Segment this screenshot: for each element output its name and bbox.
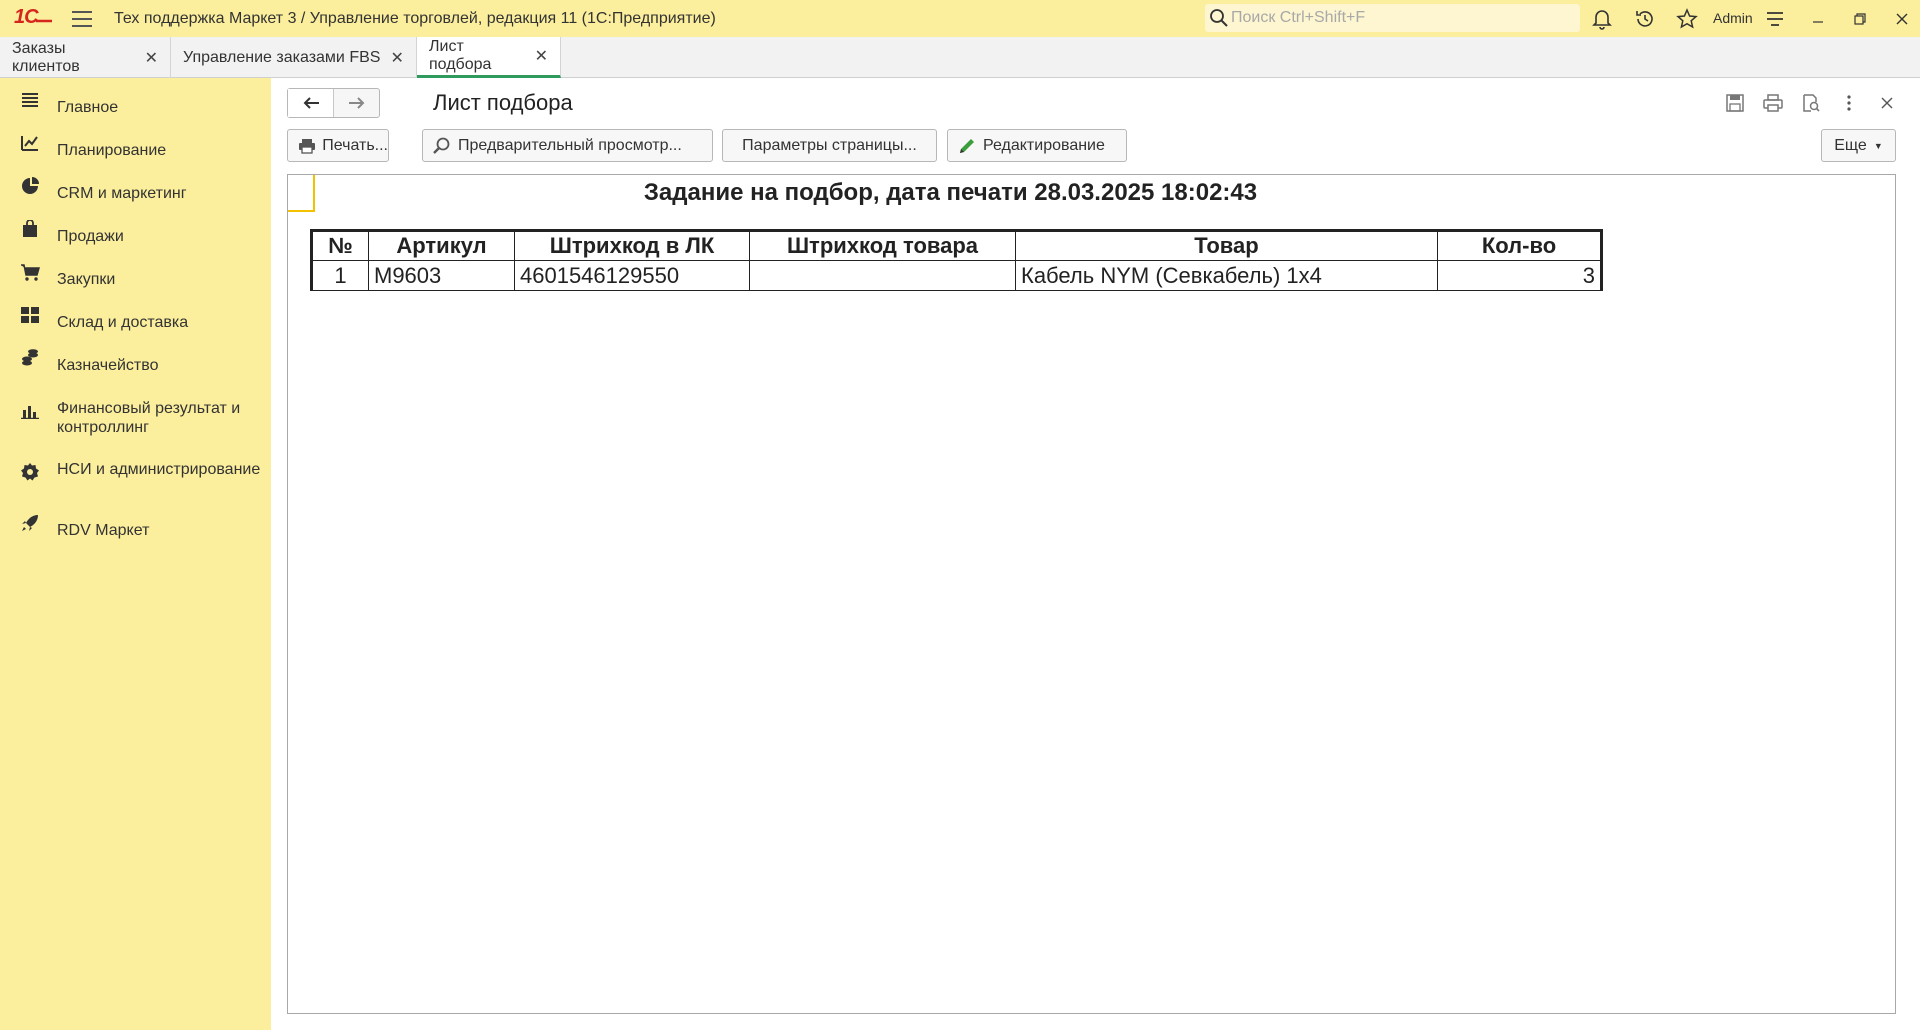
tab-bar: Заказы клиентов ✕ Управление заказами FB… [0, 37, 1920, 78]
picking-table: № Артикул Штрихкод в ЛК Штрихкод товара … [310, 229, 1603, 291]
column-header: Кол-во [1437, 229, 1603, 261]
close-window-icon[interactable] [1890, 7, 1914, 31]
pencil-icon [957, 136, 977, 156]
edit-button-label: Редактирование [983, 136, 1105, 154]
history-icon[interactable] [1633, 7, 1657, 31]
bar-chart-icon [19, 400, 41, 422]
sidebar-item-label: Закупки [57, 271, 116, 288]
tab-fbs-orders[interactable]: Управление заказами FBS ✕ [171, 37, 417, 78]
cell-barcode-item [749, 260, 1016, 291]
search-icon [1209, 8, 1229, 28]
navigation-buttons [287, 88, 380, 118]
cell-item: Кабель NYM (Севкабель) 1х4 [1015, 260, 1438, 291]
sidebar-item-rdv-market[interactable]: RDV Маркет [0, 509, 271, 541]
print-button[interactable]: Печать... [287, 129, 389, 162]
table-header-row: № Артикул Штрихкод в ЛК Штрихкод товара … [310, 229, 1603, 261]
cell-barcode-lk: 4601546129550 [514, 260, 750, 291]
tab-label: Лист подбора [429, 38, 492, 73]
app-title: Тех поддержка Маркет 3 / Управление торг… [114, 9, 716, 27]
rocket-icon [19, 512, 41, 534]
sections-panel: Главное Планирование CRM и маркетинг Про… [0, 78, 271, 1030]
page-params-button[interactable]: Параметры страницы... [722, 129, 937, 162]
magnifier-icon [432, 136, 452, 156]
close-tab-icon[interactable]: ✕ [145, 48, 158, 68]
table-row: 1 М9603 4601546129550 Кабель NYM (Севкаб… [310, 260, 1603, 291]
title-bar: 1С Тех поддержка Маркет 3 / Управление т… [0, 0, 1920, 37]
user-name[interactable]: Admin [1713, 10, 1753, 26]
sidebar-item-label: Финансовый результат и контроллинг [57, 400, 241, 436]
close-form-icon[interactable] [1876, 92, 1898, 114]
minimize-icon[interactable] [1806, 7, 1830, 31]
sidebar-item-label: Планирование [57, 142, 167, 159]
tab-label: Заказы клиентов [12, 39, 80, 75]
column-header: Товар [1015, 229, 1438, 261]
1c-logo-icon: 1С [14, 6, 52, 28]
gear-icon [19, 461, 41, 483]
page-params-button-label: Параметры страницы... [742, 136, 917, 154]
printer-icon [297, 136, 316, 156]
search-box[interactable] [1205, 4, 1580, 32]
bag-icon [19, 218, 41, 240]
form-title: Лист подбора [433, 90, 573, 115]
column-header: № [310, 229, 369, 261]
warehouse-icon [19, 304, 41, 326]
coins-icon [19, 347, 41, 369]
print-button-label: Печать... [322, 136, 388, 154]
preview-button-label: Предварительный просмотр... [458, 136, 682, 154]
svg-text:1С: 1С [14, 6, 39, 27]
sidebar-item-treasury[interactable]: Казначейство [0, 344, 271, 376]
bell-icon[interactable] [1590, 7, 1614, 31]
sidebar-item-label: Казначейство [57, 357, 159, 374]
document-heading: Задание на подбор, дата печати 28.03.202… [643, 179, 1258, 206]
more-button-label: Еще [1834, 136, 1867, 154]
planning-icon [19, 132, 41, 154]
sidebar-item-sales[interactable]: Продажи [0, 215, 271, 247]
tab-customer-orders[interactable]: Заказы клиентов ✕ [0, 37, 171, 78]
form-area: Лист подбора Печать... Предварительный п… [271, 78, 1920, 1030]
preview-icon[interactable] [1800, 92, 1822, 114]
close-tab-icon[interactable]: ✕ [535, 46, 548, 66]
column-header: Штрихкод в ЛК [514, 229, 750, 261]
search-input[interactable] [1231, 9, 1561, 27]
sidebar-item-label: НСИ и администрирование [57, 461, 261, 478]
preview-button[interactable]: Предварительный просмотр... [422, 129, 713, 162]
print-icon[interactable] [1762, 92, 1784, 114]
menu-lines-icon [19, 89, 41, 111]
sidebar-item-label: Главное [57, 99, 119, 116]
main-menu-icon[interactable] [72, 10, 92, 27]
forward-arrow-icon[interactable] [334, 89, 379, 117]
favorites-star-icon[interactable] [1675, 7, 1699, 31]
sidebar-item-label: RDV Маркет [57, 522, 150, 539]
sidebar-item-planning[interactable]: Планирование [0, 129, 271, 161]
more-vertical-icon[interactable] [1838, 92, 1860, 114]
settings-list-icon[interactable] [1763, 7, 1787, 31]
column-header: Штрихкод товара [749, 229, 1016, 261]
back-arrow-icon[interactable] [288, 89, 334, 117]
sidebar-item-warehouse[interactable]: Склад и доставка [0, 301, 271, 333]
cell-article: М9603 [368, 260, 515, 291]
pie-icon [19, 175, 41, 197]
edit-button[interactable]: Редактирование [947, 129, 1127, 162]
cell-quantity: 3 [1437, 260, 1603, 291]
sidebar-item-admin[interactable]: НСИ и администрирование [0, 448, 271, 498]
sidebar-item-label: Продажи [57, 228, 124, 245]
spreadsheet-document[interactable]: Задание на подбор, дата печати 28.03.202… [287, 174, 1896, 1014]
chevron-down-icon: ▼ [1873, 140, 1883, 151]
sidebar-item-label: Склад и доставка [57, 314, 189, 331]
column-header: Артикул [368, 229, 515, 261]
tab-label: Управление заказами FBS [183, 48, 381, 66]
sidebar-item-label: CRM и маркетинг [57, 185, 187, 202]
cart-icon [19, 261, 41, 283]
restore-icon[interactable] [1848, 7, 1872, 31]
sidebar-item-main[interactable]: Главное [0, 86, 271, 118]
sidebar-item-crm[interactable]: CRM и маркетинг [0, 172, 271, 204]
cell-number: 1 [310, 260, 369, 291]
sidebar-item-finance[interactable]: Финансовый результат и контроллинг [0, 387, 271, 437]
more-button[interactable]: Еще ▼ [1821, 129, 1896, 162]
save-icon[interactable] [1724, 92, 1746, 114]
sidebar-item-purchases[interactable]: Закупки [0, 258, 271, 290]
tab-picking-list[interactable]: Лист подбора ✕ [417, 37, 561, 78]
app-logo[interactable]: 1С [14, 5, 54, 33]
close-tab-icon[interactable]: ✕ [390, 48, 403, 68]
